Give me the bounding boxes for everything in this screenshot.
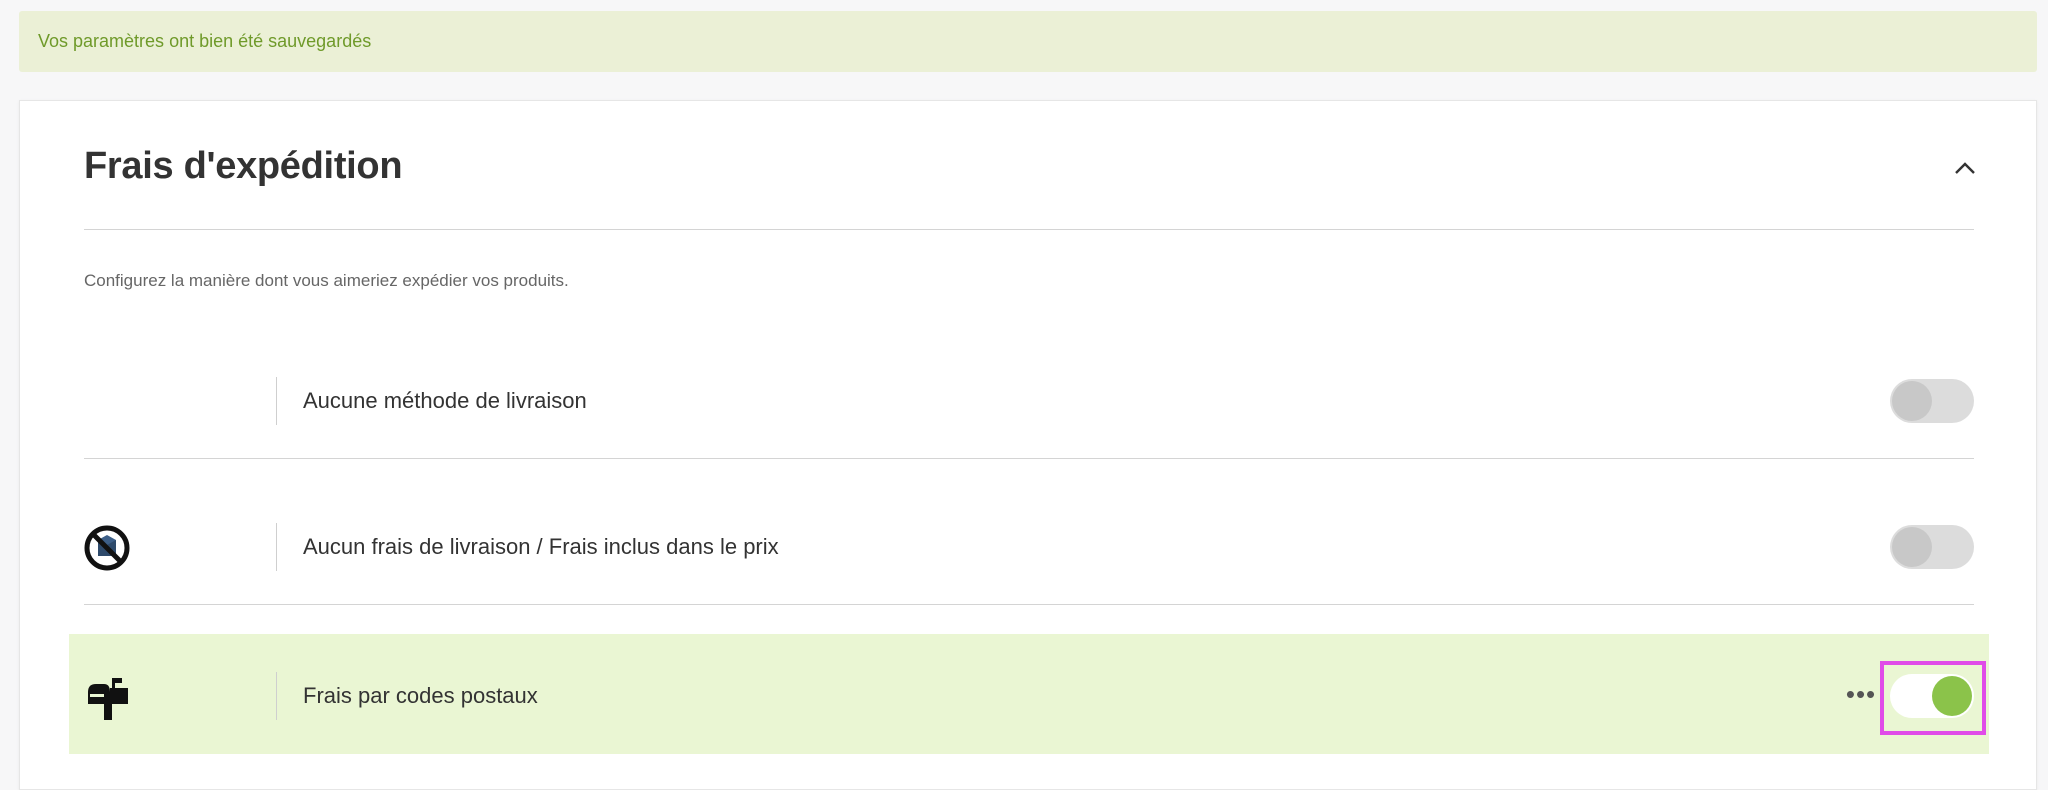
row-separator (276, 377, 277, 425)
more-options-button[interactable]: ••• (1843, 679, 1879, 709)
section-description: Configurez la manière dont vous aimeriez… (84, 271, 569, 290)
row-separator (276, 523, 277, 571)
shipping-method-toggle-postal[interactable] (1890, 674, 1974, 718)
success-alert: Vos paramètres ont bien été sauvegardés (19, 11, 2037, 72)
shipping-method-label: Frais par codes postaux (303, 683, 538, 708)
toggle-knob (1932, 676, 1972, 716)
shipping-method-toggle-none[interactable] (1890, 379, 1974, 423)
mailbox-icon (84, 674, 130, 720)
no-shipping-icon (84, 525, 130, 571)
toggle-knob (1892, 527, 1932, 567)
shipping-fees-card: Frais d'expédition Configurez la manière… (19, 100, 2037, 790)
section-title: Frais d'expédition (84, 145, 403, 187)
row-separator (276, 672, 277, 720)
toggle-knob (1892, 381, 1932, 421)
title-divider (84, 229, 1974, 230)
row-divider (84, 604, 1974, 605)
shipping-method-toggle-free[interactable] (1890, 525, 1974, 569)
shipping-method-row-none: Aucune méthode de livraison (84, 339, 1974, 459)
shipping-method-row-free: Aucun frais de livraison / Frais inclus … (84, 485, 1974, 605)
shipping-method-row-postal: Frais par codes postaux ••• (69, 634, 1989, 754)
shipping-method-label: Aucune méthode de livraison (303, 388, 587, 413)
alert-message: Vos paramètres ont bien été sauvegardés (38, 31, 372, 51)
collapse-button[interactable] (1950, 153, 1980, 183)
row-divider (84, 458, 1974, 459)
more-options-icon: ••• (1845, 678, 1877, 709)
chevron-up-icon (1955, 162, 1975, 174)
shipping-method-label: Aucun frais de livraison / Frais inclus … (303, 534, 779, 559)
